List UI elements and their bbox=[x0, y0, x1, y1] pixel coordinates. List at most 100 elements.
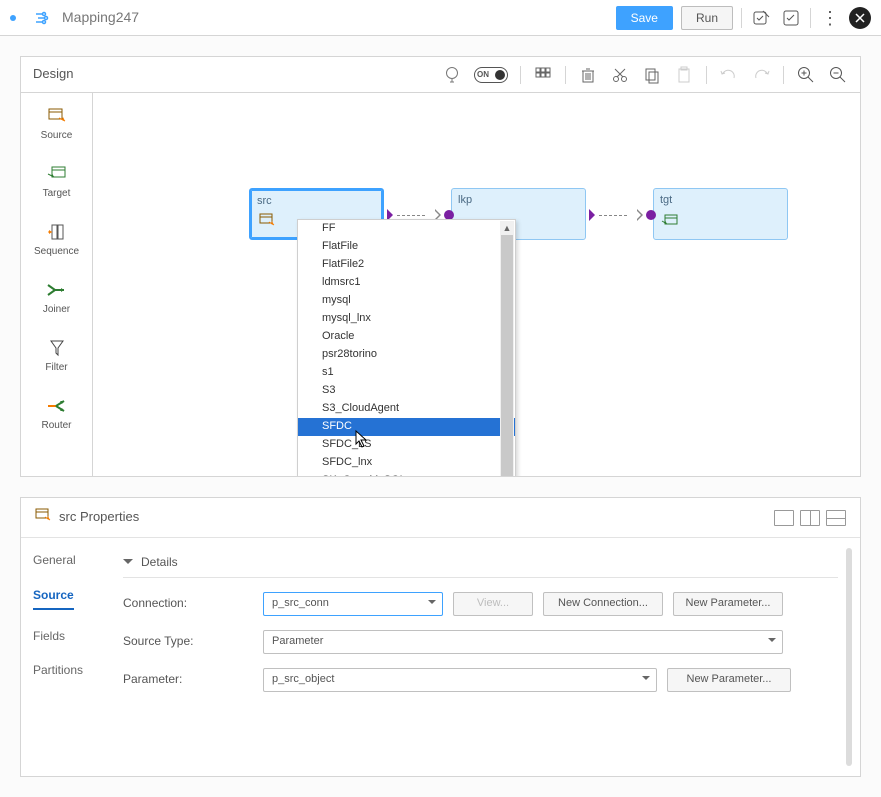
form-scrollbar[interactable] bbox=[846, 548, 852, 766]
scroll-up-icon[interactable]: ▲ bbox=[500, 221, 514, 235]
redo-icon bbox=[751, 65, 771, 85]
run-button[interactable]: Run bbox=[681, 6, 733, 30]
hint-icon[interactable] bbox=[442, 65, 462, 85]
copy-icon[interactable] bbox=[642, 65, 662, 85]
new-parameter-button-2[interactable]: New Parameter... bbox=[667, 668, 791, 692]
popup-scrollbar[interactable]: ▲ ▼ bbox=[500, 221, 514, 476]
tab-partitions[interactable]: Partitions bbox=[33, 662, 117, 679]
validate-icon[interactable] bbox=[750, 7, 772, 29]
connection-label: Connection: bbox=[123, 595, 253, 612]
unsaved-indicator-icon bbox=[10, 15, 16, 21]
source-icon bbox=[35, 508, 51, 527]
tab-fields[interactable]: Fields bbox=[33, 628, 117, 645]
chevron-down-icon bbox=[642, 676, 650, 684]
target-icon bbox=[662, 214, 678, 233]
app-header: Mapping247 Save Run ⋮ bbox=[0, 0, 881, 36]
source-icon bbox=[259, 213, 275, 232]
chevron-down-icon bbox=[428, 600, 436, 608]
transformation-palette: Source Target Sequence Joiner Filter Router bbox=[21, 93, 93, 476]
tab-source[interactable]: Source bbox=[33, 587, 74, 610]
dropdown-item[interactable]: SFDC_lnx bbox=[298, 454, 515, 472]
parameter-label: Parameter: bbox=[123, 671, 253, 688]
router-icon bbox=[47, 397, 67, 415]
paste-icon bbox=[674, 65, 694, 85]
node-label: lkp bbox=[458, 193, 579, 208]
palette-item-label: Router bbox=[41, 419, 71, 433]
palette-item-joiner[interactable]: Joiner bbox=[21, 267, 92, 325]
zoom-out-icon[interactable] bbox=[828, 65, 848, 85]
properties-tabs: General Source Fields Partitions bbox=[21, 538, 117, 776]
filter-icon bbox=[47, 339, 67, 357]
source-type-label: Source Type: bbox=[123, 633, 253, 650]
mapping-icon bbox=[34, 10, 58, 26]
view-single-icon[interactable] bbox=[774, 510, 794, 526]
port-anchor-icon bbox=[645, 209, 657, 221]
dropdown-item[interactable]: FlatFile2 bbox=[298, 256, 515, 274]
palette-item-source[interactable]: Source bbox=[21, 93, 92, 151]
design-toolbar: ON bbox=[442, 65, 848, 85]
palette-item-target[interactable]: Target bbox=[21, 151, 92, 209]
dropdown-item[interactable]: mysql bbox=[298, 292, 515, 310]
source-type-select[interactable]: Parameter bbox=[263, 630, 783, 654]
section-title: Details bbox=[141, 554, 178, 571]
palette-item-filter[interactable]: Filter bbox=[21, 325, 92, 383]
palette-item-label: Target bbox=[43, 187, 71, 201]
dropdown-item[interactable]: S3 bbox=[298, 382, 515, 400]
chevron-down-icon bbox=[123, 559, 133, 569]
node-tgt[interactable]: tgt bbox=[653, 188, 788, 240]
dropdown-item[interactable]: psr28torino bbox=[298, 346, 515, 364]
checklist-icon[interactable] bbox=[780, 7, 802, 29]
save-button[interactable]: Save bbox=[616, 6, 673, 30]
connection-select[interactable]: p_src_conn bbox=[263, 592, 443, 616]
design-panel: Design ON bbox=[20, 56, 861, 477]
target-icon bbox=[47, 165, 67, 183]
zoom-in-icon[interactable] bbox=[796, 65, 816, 85]
dropdown-item[interactable]: SFDC bbox=[298, 418, 515, 436]
design-canvas[interactable]: src lkp tgt bbox=[93, 93, 860, 476]
cut-icon[interactable] bbox=[610, 65, 630, 85]
close-icon[interactable] bbox=[849, 7, 871, 29]
properties-title: src Properties bbox=[59, 508, 139, 526]
view-split-h-icon[interactable] bbox=[826, 510, 846, 526]
sequence-icon bbox=[47, 223, 67, 241]
scroll-thumb[interactable] bbox=[501, 235, 513, 476]
dropdown-item[interactable]: Oracle bbox=[298, 328, 515, 346]
more-menu-icon[interactable]: ⋮ bbox=[819, 7, 841, 29]
delete-icon[interactable] bbox=[578, 65, 598, 85]
parameter-select[interactable]: p_src_object bbox=[263, 668, 657, 692]
palette-item-sequence[interactable]: Sequence bbox=[21, 209, 92, 267]
view-split-v-icon[interactable] bbox=[800, 510, 820, 526]
view-button: View... bbox=[453, 592, 533, 616]
port-out-icon bbox=[587, 209, 599, 221]
node-label: tgt bbox=[660, 193, 781, 208]
dropdown-item[interactable]: s1 bbox=[298, 364, 515, 382]
design-title: Design bbox=[33, 65, 73, 83]
palette-item-label: Sequence bbox=[34, 245, 79, 259]
source-icon bbox=[47, 107, 67, 125]
properties-panel: src Properties General Source Fields Partit… bbox=[20, 497, 861, 777]
tab-general[interactable]: General bbox=[33, 552, 117, 569]
node-label: src bbox=[257, 194, 376, 209]
dropdown-item[interactable]: FF bbox=[298, 220, 515, 238]
dropdown-item[interactable]: FlatFile bbox=[298, 238, 515, 256]
grid-icon[interactable] bbox=[533, 65, 553, 85]
auto-layout-toggle[interactable]: ON bbox=[474, 67, 508, 83]
palette-item-router[interactable]: Router bbox=[21, 383, 92, 441]
dropdown-item[interactable]: SK_Con_MySQL bbox=[298, 472, 515, 476]
dropdown-item[interactable]: S3_CloudAgent bbox=[298, 400, 515, 418]
dropdown-item[interactable]: mysql_lnx bbox=[298, 310, 515, 328]
chevron-down-icon bbox=[768, 638, 776, 646]
new-connection-button[interactable]: New Connection... bbox=[543, 592, 663, 616]
connection-dropdown-popup: FFFlatFileFlatFile2ldmsrc1mysqlmysql_lnx… bbox=[297, 219, 516, 476]
dropdown-item[interactable]: SFDC_LS bbox=[298, 436, 515, 454]
section-header[interactable]: Details bbox=[123, 550, 838, 578]
undo-icon bbox=[719, 65, 739, 85]
palette-item-label: Filter bbox=[45, 361, 67, 375]
joiner-icon bbox=[47, 281, 67, 299]
palette-item-label: Source bbox=[41, 129, 73, 143]
properties-form: Details Connection: p_src_conn View... N… bbox=[117, 538, 860, 776]
page-title: Mapping247 bbox=[58, 8, 616, 28]
new-parameter-button[interactable]: New Parameter... bbox=[673, 592, 783, 616]
palette-item-label: Joiner bbox=[43, 303, 70, 317]
dropdown-item[interactable]: ldmsrc1 bbox=[298, 274, 515, 292]
